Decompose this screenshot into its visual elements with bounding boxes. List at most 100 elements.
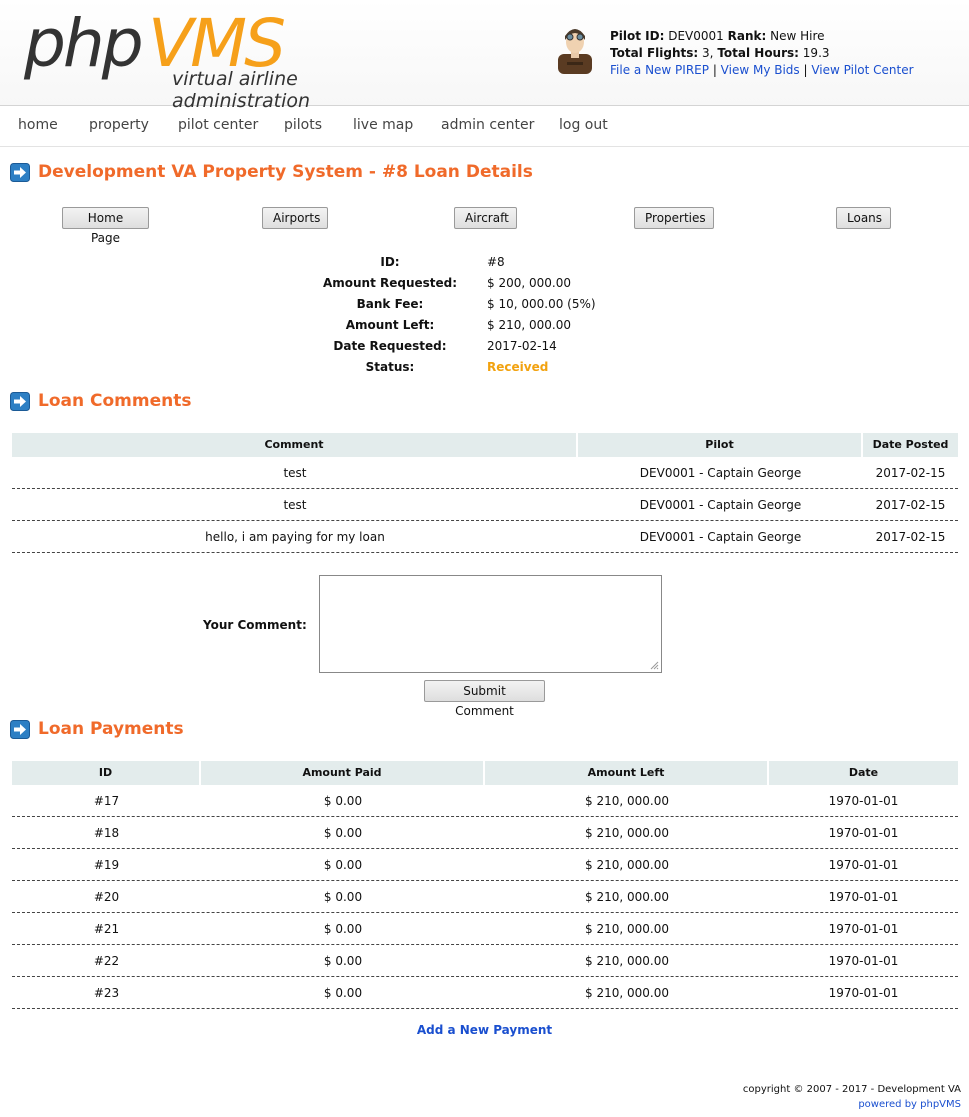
amount-left-cell: $ 210, 000.00 bbox=[585, 922, 669, 936]
flights-value: 3 bbox=[702, 46, 710, 60]
date-cell: 1970-01-01 bbox=[828, 954, 899, 968]
table-row: #17 $ 0.00 $ 210, 000.00 1970-01-01 bbox=[12, 785, 958, 817]
arrow-right-icon bbox=[10, 720, 30, 739]
file-pirep-link[interactable]: File a New PIREP bbox=[610, 63, 709, 77]
rank-value: New Hire bbox=[770, 29, 825, 43]
amount-left-cell: $ 210, 000.00 bbox=[585, 954, 669, 968]
view-bids-link[interactable]: View My Bids bbox=[721, 63, 800, 77]
table-row: #20 $ 0.00 $ 210, 000.00 1970-01-01 bbox=[12, 881, 958, 913]
column-header: Amount Paid bbox=[201, 761, 485, 785]
amount-left-cell: $ 210, 000.00 bbox=[585, 794, 669, 808]
logo-tagline: virtual airline administration bbox=[172, 68, 311, 112]
detail-date-requested-value: 2017-02-14 bbox=[487, 339, 557, 353]
date-cell: 2017-02-15 bbox=[875, 530, 946, 544]
table-row: #19 $ 0.00 $ 210, 000.00 1970-01-01 bbox=[12, 849, 958, 881]
comment-field-label: Your Comment: bbox=[203, 618, 307, 632]
pilot-id-value: DEV0001 bbox=[668, 29, 724, 43]
nav-log-out[interactable]: log out bbox=[559, 117, 608, 133]
amount-left-cell: $ 210, 000.00 bbox=[585, 890, 669, 904]
table-row: test DEV0001 - Captain George 2017-02-15 bbox=[12, 457, 958, 489]
nav-property[interactable]: property bbox=[89, 117, 149, 133]
hours-label: Total Hours: bbox=[717, 46, 799, 60]
column-header: Date Posted bbox=[872, 438, 949, 451]
comment-textarea[interactable] bbox=[319, 575, 662, 673]
nav-pilot-center[interactable]: pilot center bbox=[178, 117, 258, 133]
date-cell: 2017-02-15 bbox=[875, 466, 946, 480]
table-row: #22 $ 0.00 $ 210, 000.00 1970-01-01 bbox=[12, 945, 958, 977]
table-row: hello, i am paying for my loan DEV0001 -… bbox=[12, 521, 958, 553]
arrow-right-icon bbox=[10, 163, 30, 182]
comments-table-header: Comment Pilot Date Posted bbox=[12, 433, 958, 457]
date-cell: 2017-02-15 bbox=[875, 498, 946, 512]
home-page-button[interactable]: Home Page bbox=[62, 207, 149, 245]
amount-paid-cell: $ 0.00 bbox=[323, 858, 363, 872]
date-cell: 1970-01-01 bbox=[828, 922, 899, 936]
detail-amount-requested-value: $ 200, 000.00 bbox=[487, 276, 571, 290]
date-cell: 1970-01-01 bbox=[828, 794, 899, 808]
payment-id-cell: #20 bbox=[93, 890, 120, 904]
nav-home[interactable]: home bbox=[18, 117, 58, 133]
table-row: #21 $ 0.00 $ 210, 000.00 1970-01-01 bbox=[12, 913, 958, 945]
properties-button[interactable]: Properties bbox=[634, 207, 714, 229]
amount-paid-cell: $ 0.00 bbox=[323, 890, 363, 904]
status-badge: Received bbox=[487, 360, 549, 374]
table-row: #18 $ 0.00 $ 210, 000.00 1970-01-01 bbox=[12, 817, 958, 849]
loans-button[interactable]: Loans bbox=[836, 207, 891, 229]
date-cell: 1970-01-01 bbox=[828, 986, 899, 1000]
detail-bank-fee-value: $ 10, 000.00 (5%) bbox=[487, 297, 596, 311]
comments-title: Loan Comments bbox=[38, 391, 192, 411]
column-header: Amount Left bbox=[485, 761, 769, 785]
resize-grip-icon[interactable] bbox=[649, 660, 659, 670]
powered-by-link[interactable]: powered by phpVMS bbox=[743, 1097, 961, 1112]
pilot-avatar-icon bbox=[558, 29, 592, 74]
logo-php-text: php bbox=[24, 5, 144, 82]
flights-label: Total Flights: bbox=[610, 46, 699, 60]
nav-admin-center[interactable]: admin center bbox=[441, 117, 534, 133]
amount-paid-cell: $ 0.00 bbox=[323, 826, 363, 840]
comment-cell: test bbox=[283, 466, 307, 480]
nav-live-map[interactable]: live map bbox=[353, 117, 413, 133]
payment-id-cell: #17 bbox=[93, 794, 120, 808]
detail-id-value: #8 bbox=[487, 255, 505, 269]
main-nav: home property pilot center pilots live m… bbox=[0, 107, 969, 147]
comment-cell: test bbox=[283, 498, 307, 512]
amount-paid-cell: $ 0.00 bbox=[323, 986, 363, 1000]
hours-value: 19.3 bbox=[802, 46, 830, 60]
page-title: Development VA Property System - #8 Loan… bbox=[38, 162, 533, 182]
payment-id-cell: #19 bbox=[93, 858, 120, 872]
table-row: test DEV0001 - Captain George 2017-02-15 bbox=[12, 489, 958, 521]
copyright-text: copyright © 2007 - 2017 - Development VA bbox=[742, 1084, 961, 1095]
payment-id-cell: #21 bbox=[93, 922, 120, 936]
arrow-right-icon bbox=[10, 392, 30, 411]
rank-label: Rank: bbox=[727, 29, 767, 43]
amount-paid-cell: $ 0.00 bbox=[323, 954, 363, 968]
column-header: ID bbox=[12, 761, 201, 785]
detail-amount-left-value: $ 210, 000.00 bbox=[487, 318, 571, 332]
amount-paid-cell: $ 0.00 bbox=[323, 922, 363, 936]
comments-table: Comment Pilot Date Posted test DEV0001 -… bbox=[12, 433, 958, 553]
payments-title: Loan Payments bbox=[38, 719, 184, 739]
nav-pilots[interactable]: pilots bbox=[284, 117, 322, 133]
pilot-id-label: Pilot ID: bbox=[610, 29, 665, 43]
payment-id-cell: #22 bbox=[93, 954, 120, 968]
column-header: Pilot bbox=[578, 433, 863, 457]
aircraft-button[interactable]: Aircraft bbox=[454, 207, 517, 229]
phpvms-logo[interactable]: php VMS virtual airline administration bbox=[24, 4, 404, 112]
airports-button[interactable]: Airports bbox=[262, 207, 328, 229]
amount-left-cell: $ 210, 000.00 bbox=[585, 826, 669, 840]
submit-comment-button[interactable]: Submit Comment bbox=[424, 680, 545, 718]
date-cell: 1970-01-01 bbox=[828, 826, 899, 840]
header: php VMS virtual airline administration P… bbox=[0, 0, 969, 112]
comment-cell: hello, i am paying for my loan bbox=[205, 530, 385, 544]
payment-id-cell: #18 bbox=[93, 826, 120, 840]
amount-left-cell: $ 210, 000.00 bbox=[585, 858, 669, 872]
date-cell: 1970-01-01 bbox=[828, 858, 899, 872]
amount-paid-cell: $ 0.00 bbox=[323, 794, 363, 808]
payments-table: ID Amount Paid Amount Left Date #17 $ 0.… bbox=[12, 761, 958, 1011]
amount-left-cell: $ 210, 000.00 bbox=[585, 986, 669, 1000]
pilot-cell: DEV0001 - Captain George bbox=[639, 498, 802, 512]
pilot-cell: DEV0001 - Captain George bbox=[639, 466, 802, 480]
column-header: Date bbox=[848, 766, 879, 779]
view-pilot-center-link[interactable]: View Pilot Center bbox=[811, 63, 913, 77]
add-payment-link[interactable]: Add a New Payment bbox=[0, 1023, 969, 1037]
